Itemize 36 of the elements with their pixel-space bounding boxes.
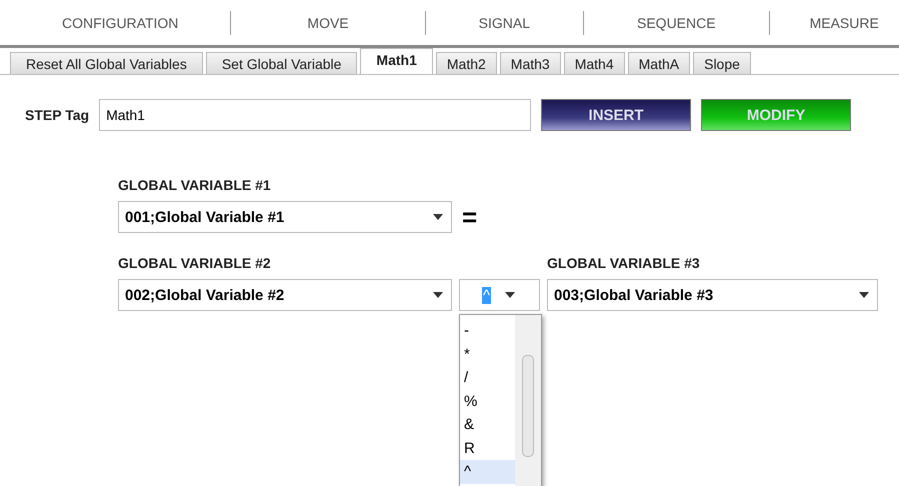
field-label: GLOBAL VARIABLE #1	[118, 177, 272, 193]
dropdown-option[interactable]: ^	[460, 460, 515, 484]
tab[interactable]: Set Global Variable	[206, 52, 358, 74]
dropdown-option[interactable]: *	[460, 342, 515, 366]
dropdown-caret-icon	[433, 214, 443, 220]
field-label: GLOBAL VARIABLE #2	[118, 255, 272, 271]
tab[interactable]: Slope	[693, 52, 751, 74]
menu-tab[interactable]: MEASURE	[770, 10, 899, 34]
step-tag-field[interactable]: Math1	[99, 99, 532, 131]
operator-value: ^	[482, 286, 492, 304]
dropdown-caret-icon	[433, 292, 443, 298]
variable-dropdown[interactable]: 003;Global Variable #3	[547, 279, 878, 311]
variable-dropdown[interactable]: 002;Global Variable #2	[118, 279, 452, 311]
scrollbar[interactable]	[515, 315, 541, 486]
menu-tab[interactable]: MOVE	[231, 10, 426, 34]
dropdown-option[interactable]: -	[460, 319, 515, 342]
menu-tab[interactable]: CONFIGURATION	[10, 10, 232, 34]
field-label: GLOBAL VARIABLE #3	[547, 255, 701, 271]
menu-tab[interactable]: SIGNAL	[426, 10, 584, 34]
dropdown-option[interactable]: %	[460, 390, 515, 413]
dropdown-option[interactable]: &	[460, 413, 515, 436]
dropdown-caret-icon	[505, 292, 516, 298]
insert-button[interactable]: INSERT	[541, 99, 692, 131]
variable-dropdown[interactable]: 001;Global Variable #1	[118, 201, 452, 233]
tab[interactable]: Math2	[436, 52, 497, 74]
equals-sign: =	[462, 202, 478, 232]
dropdown-option[interactable]: R	[460, 436, 515, 460]
tab[interactable]: Math1	[360, 48, 433, 74]
dropdown-option[interactable]: /	[460, 366, 515, 390]
step-tag-label: STEP Tag	[25, 107, 90, 123]
dropdown-caret-icon	[859, 292, 869, 298]
tab[interactable]: MathA	[628, 52, 690, 74]
menu-tab[interactable]: SEQUENCE	[584, 10, 770, 34]
tab[interactable]: Math4	[564, 52, 625, 74]
tab[interactable]: Math3	[500, 52, 561, 74]
tab[interactable]: Reset All Global Variables	[10, 52, 203, 74]
